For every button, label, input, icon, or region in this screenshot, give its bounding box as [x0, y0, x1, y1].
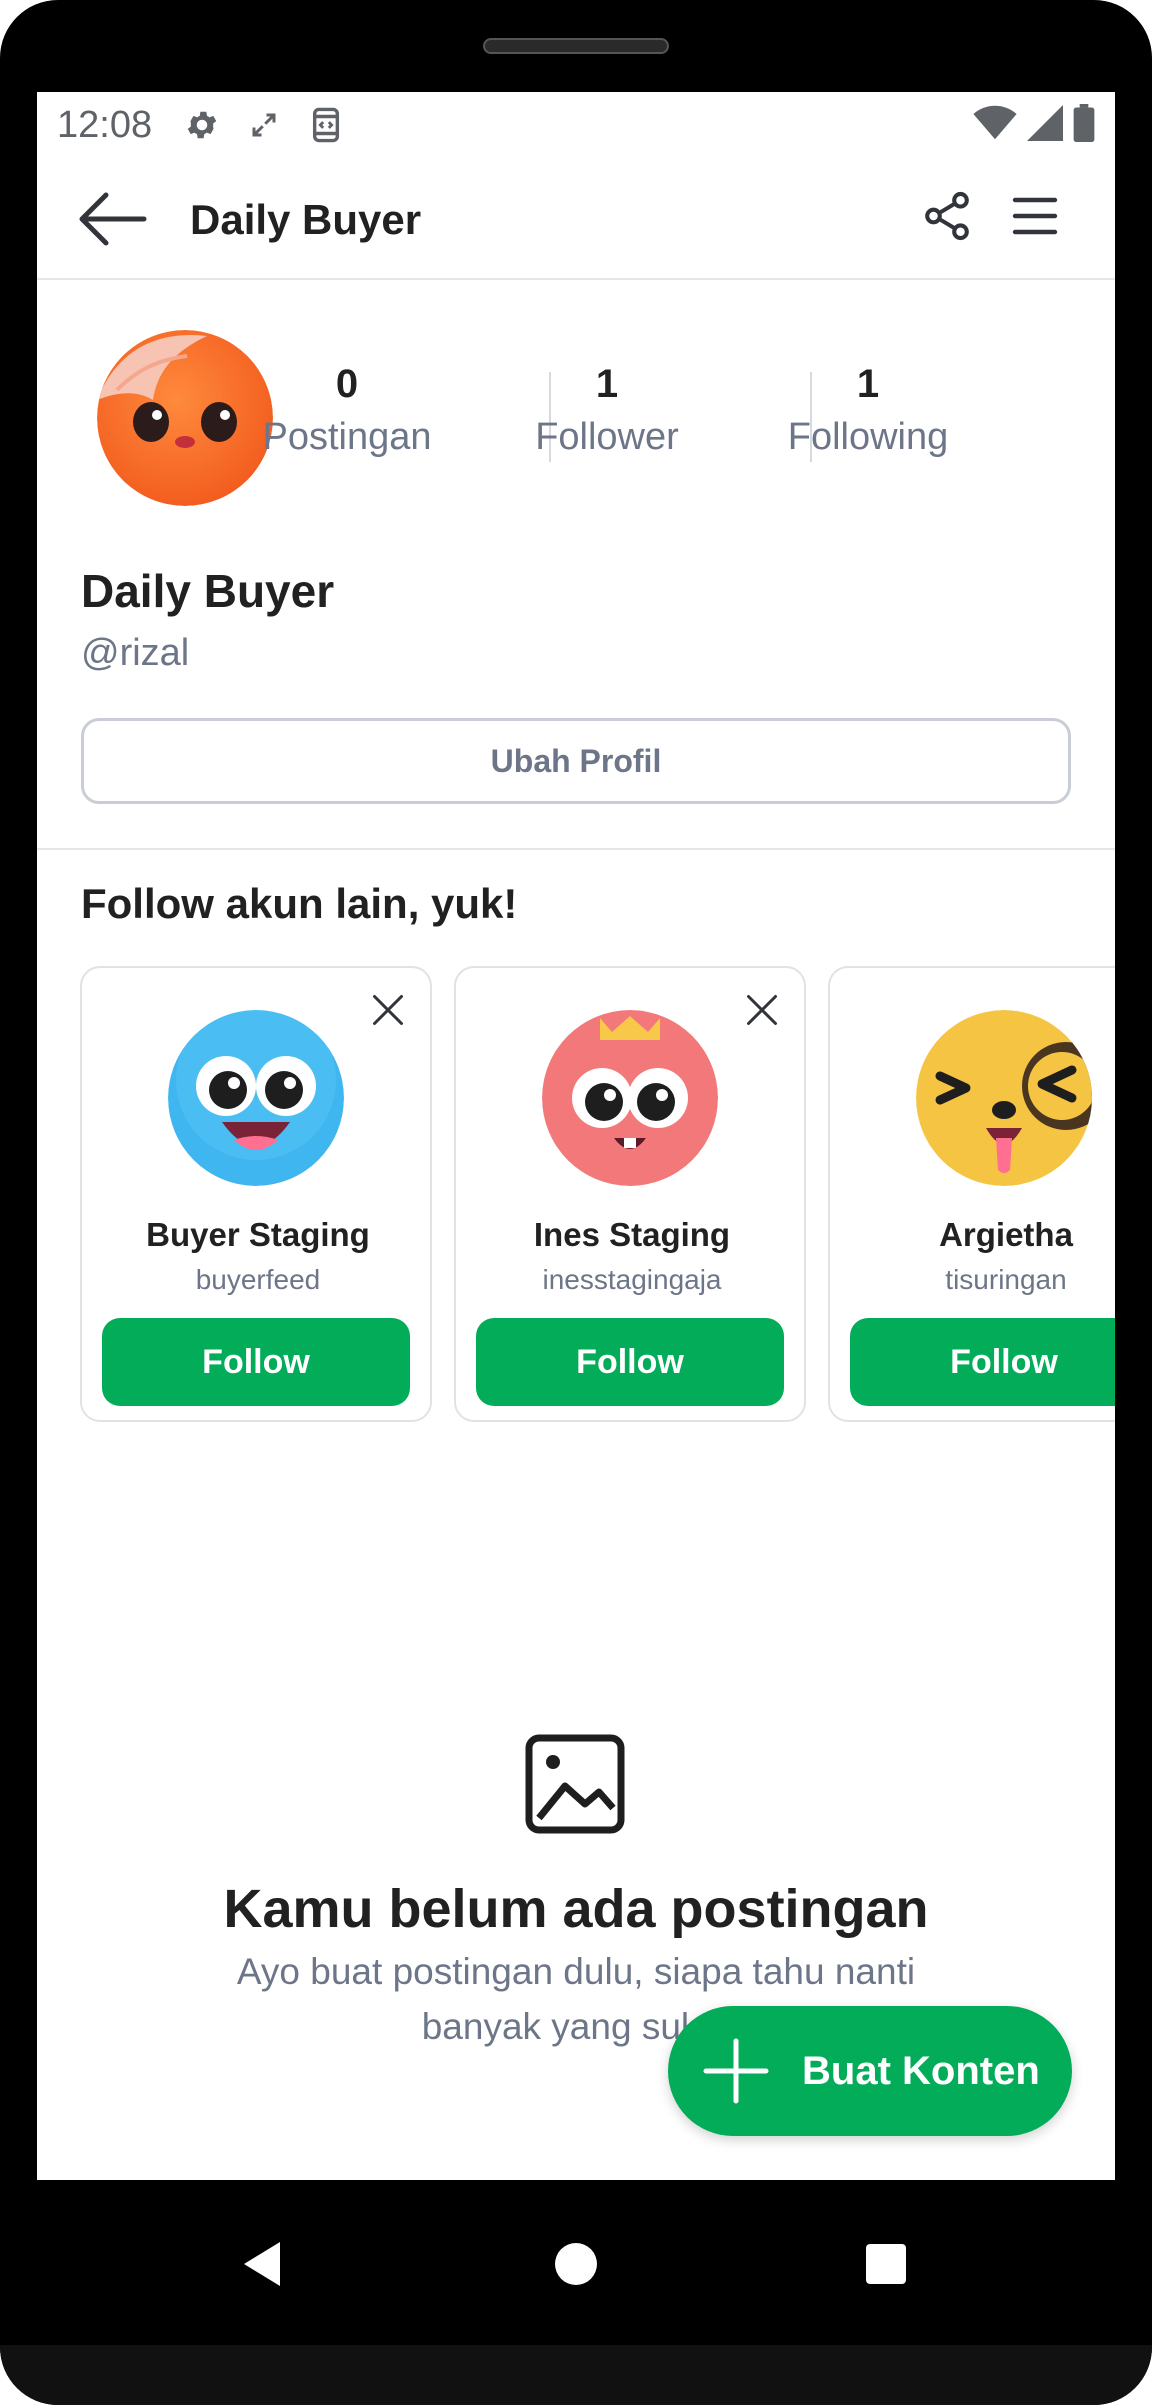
- stat-value: 1: [595, 362, 619, 406]
- nav-back-icon[interactable]: [222, 2224, 302, 2304]
- suggestion-card[interactable]: Buyer Staging buyerfeed Follow: [80, 966, 432, 1422]
- status-bar: 12:08: [37, 92, 1115, 158]
- section-divider: [37, 848, 1115, 850]
- profile-name: Daily Buyer: [81, 565, 335, 617]
- suggestion-avatar[interactable]: [542, 1010, 718, 1186]
- image-placeholder-icon: [525, 1734, 625, 1834]
- suggestion-card[interactable]: Argietha tisuringan Follow: [828, 966, 1115, 1422]
- menu-button[interactable]: [1005, 186, 1065, 246]
- suggestion-name: Argietha: [939, 1216, 1073, 1253]
- suggestion-name: Ines Staging: [533, 1216, 731, 1253]
- nav-recents-icon[interactable]: [846, 2224, 926, 2304]
- system-nav-bar: [0, 2180, 1152, 2345]
- stat-value: 0: [335, 362, 359, 406]
- stat-follower[interactable]: 1 Follower: [487, 362, 727, 459]
- profile-handle: @rizal: [81, 632, 190, 674]
- suggestion-username: inesstagingaja: [542, 1264, 722, 1295]
- create-content-button[interactable]: Buat Konten: [668, 2006, 1072, 2136]
- app-bar: Daily Buyer: [37, 158, 1115, 280]
- back-button[interactable]: [75, 188, 149, 250]
- settings-icon: [182, 105, 222, 145]
- stat-value: 1: [856, 362, 880, 406]
- stat-label: Following: [787, 416, 949, 458]
- close-icon[interactable]: [368, 990, 408, 1030]
- page-title: Daily Buyer: [190, 196, 422, 243]
- back-arrow-icon: [79, 192, 147, 246]
- close-icon[interactable]: [742, 990, 782, 1030]
- app-screen: 12:08 Daily Buyer 0 Postingan 1 Follower…: [37, 92, 1115, 2180]
- edit-profile-button[interactable]: Ubah Profil: [81, 718, 1071, 804]
- signal-icon: [1027, 104, 1063, 146]
- suggestions-title: Follow akun lain, yuk!: [81, 880, 518, 927]
- plus-icon: [702, 2037, 770, 2105]
- suggestion-name: Buyer Staging: [146, 1216, 370, 1253]
- suggestion-username: tisuringan: [945, 1264, 1067, 1295]
- suggestion-avatar[interactable]: [916, 1010, 1092, 1186]
- share-icon: [925, 191, 969, 241]
- nav-home-icon[interactable]: [536, 2224, 616, 2304]
- suggestion-avatar[interactable]: [168, 1010, 344, 1186]
- stat-following[interactable]: 1 Following: [748, 362, 988, 459]
- follow-button[interactable]: Follow: [102, 1318, 410, 1406]
- speaker-grille: [483, 38, 669, 54]
- stat-postingan[interactable]: 0 Postingan: [227, 362, 467, 459]
- suggestion-card[interactable]: Ines Staging inesstagingaja Follow: [454, 966, 806, 1422]
- phone-frame: 12:08 Daily Buyer 0 Postingan 1 Follower…: [0, 0, 1152, 2405]
- suggestion-username: buyerfeed: [195, 1264, 321, 1295]
- status-time: 12:08: [57, 103, 153, 146]
- follow-button[interactable]: Follow: [476, 1318, 784, 1406]
- wifi-icon: [973, 105, 1017, 146]
- share-button[interactable]: [917, 186, 977, 246]
- menu-icon: [1012, 197, 1058, 235]
- phone-bottom-edge: [0, 2345, 1152, 2405]
- screenshot-icon: [306, 105, 346, 145]
- follow-button[interactable]: Follow: [850, 1318, 1115, 1406]
- fab-label: Buat Konten: [802, 2048, 1040, 2093]
- expand-icon: [244, 105, 284, 145]
- empty-state-title: Kamu belum ada postingan: [223, 1879, 929, 1939]
- battery-icon: [1073, 103, 1095, 147]
- stat-label: Follower: [535, 416, 679, 458]
- stat-label: Postingan: [262, 416, 432, 458]
